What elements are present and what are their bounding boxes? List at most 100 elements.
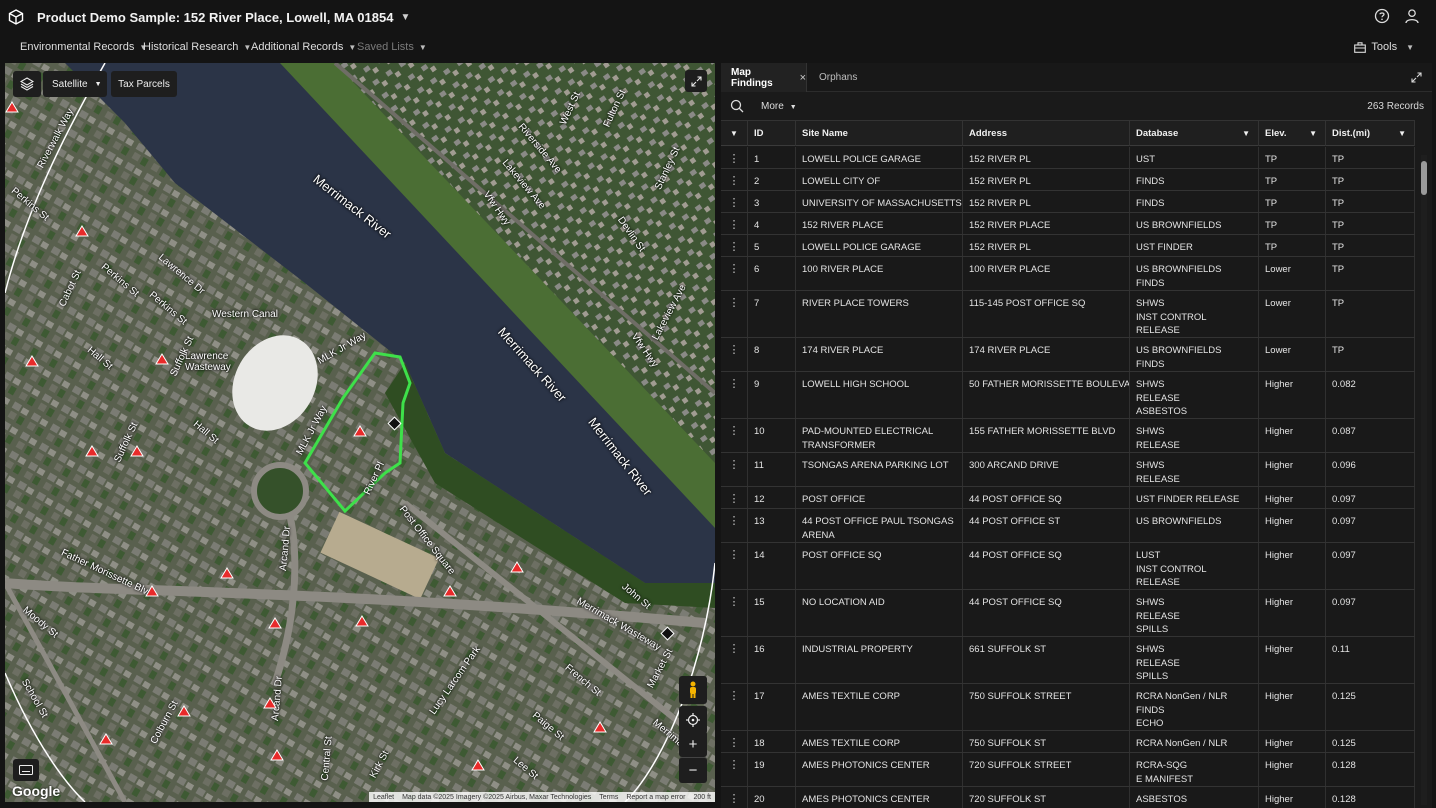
scrollbar-thumb[interactable] — [1421, 161, 1427, 195]
tools-menu[interactable]: Tools ▼ — [1354, 41, 1414, 53]
table-row[interactable]: ⋮ 7 RIVER PLACE TOWERS 115-145 POST OFFICE … — [721, 291, 1415, 338]
tax-parcels-toggle[interactable]: Tax Parcels — [111, 71, 177, 97]
nav-saved-lists[interactable]: Saved Lists ▼ — [357, 41, 427, 53]
site-marker[interactable] — [177, 705, 191, 717]
kebab-menu-icon[interactable]: ⋮ — [721, 684, 748, 730]
tab-orphans[interactable]: Orphans — [819, 63, 857, 92]
nav-historical-research[interactable]: Historical Research ▼ — [143, 41, 251, 53]
kebab-menu-icon[interactable]: ⋮ — [721, 291, 748, 337]
table-row[interactable]: ⋮ 14 POST OFFICE SQ 44 POST OFFICE SQ LUST IN… — [721, 543, 1415, 590]
column-header-id[interactable]: ID — [748, 121, 796, 146]
help-circle-icon[interactable] — [1374, 8, 1390, 24]
kebab-menu-icon[interactable]: ⋮ — [721, 257, 748, 290]
title-chevron-down-icon[interactable]: ▼ — [400, 12, 410, 23]
kebab-menu-icon[interactable]: ⋮ — [721, 637, 748, 683]
leaflet-link[interactable]: Leaflet — [373, 794, 394, 801]
kebab-menu-icon[interactable]: ⋮ — [721, 169, 748, 190]
kebab-menu-icon[interactable]: ⋮ — [721, 543, 748, 589]
site-marker[interactable] — [263, 697, 277, 709]
kebab-menu-icon[interactable]: ⋮ — [721, 753, 748, 786]
cube-logo-icon[interactable] — [8, 9, 24, 25]
tab-map-findings[interactable]: Map Findings × — [721, 63, 807, 92]
kebab-menu-icon[interactable]: ⋮ — [721, 235, 748, 256]
kebab-menu-icon[interactable]: ⋮ — [721, 487, 748, 508]
kebab-menu-icon[interactable]: ⋮ — [721, 213, 748, 234]
report-error-link[interactable]: Report a map error — [626, 794, 685, 801]
site-marker[interactable] — [75, 225, 89, 237]
site-marker[interactable] — [85, 445, 99, 457]
expand-map-button[interactable] — [685, 70, 707, 92]
table-row[interactable]: ⋮ 10 PAD-MOUNTED ELECTRICAL TRANSFORMER 155 … — [721, 419, 1415, 453]
table-row[interactable]: ⋮ 17 AMES TEXTILE CORP 750 SUFFOLK STREET RC… — [721, 684, 1415, 731]
kebab-menu-icon[interactable]: ⋮ — [721, 590, 748, 636]
page-title[interactable]: Product Demo Sample: 152 River Place, Lo… — [37, 10, 393, 25]
close-icon[interactable]: × — [800, 72, 806, 84]
site-marker[interactable] — [99, 733, 113, 745]
kebab-menu-icon[interactable]: ⋮ — [721, 453, 748, 486]
site-marker[interactable] — [220, 567, 234, 579]
select-all-dropdown[interactable]: ▼ — [721, 121, 748, 146]
column-header-database[interactable]: Database ▼ — [1130, 121, 1259, 146]
site-marker[interactable] — [5, 101, 19, 113]
table-row[interactable]: ⋮ 6 100 RIVER PLACE 100 RIVER PLACE US BROWN… — [721, 257, 1415, 291]
site-marker[interactable] — [593, 721, 607, 733]
kebab-menu-icon[interactable]: ⋮ — [721, 419, 748, 452]
search-icon[interactable] — [730, 99, 744, 113]
table-row[interactable]: ⋮ 15 NO LOCATION AID 44 POST OFFICE SQ SHWS R… — [721, 590, 1415, 637]
kebab-menu-icon[interactable]: ⋮ — [721, 338, 748, 371]
kebab-menu-icon[interactable]: ⋮ — [721, 509, 748, 542]
column-header-distance[interactable]: Dist.(mi) ▼ — [1326, 121, 1415, 146]
site-marker[interactable] — [443, 585, 457, 597]
kebab-menu-icon[interactable]: ⋮ — [721, 787, 748, 808]
terms-link[interactable]: Terms — [599, 794, 618, 801]
table-row[interactable]: ⋮ 18 AMES TEXTILE CORP 750 SUFFOLK ST RCRA N… — [721, 731, 1415, 753]
site-marker[interactable] — [353, 425, 367, 437]
site-marker[interactable] — [145, 585, 159, 597]
site-marker[interactable] — [155, 353, 169, 365]
layers-button[interactable] — [13, 71, 41, 97]
column-header-address[interactable]: Address — [963, 121, 1130, 146]
filter-dropdown-icon[interactable]: ▼ — [1242, 121, 1250, 146]
site-marker[interactable] — [270, 749, 284, 761]
zoom-in-button[interactable]: + — [679, 731, 707, 757]
table-row[interactable]: ⋮ 1 LOWELL POLICE GARAGE 152 RIVER PL UST TP T… — [721, 147, 1415, 169]
table-row[interactable]: ⋮ 9 LOWELL HIGH SCHOOL 50 FATHER MORISSETTE… — [721, 372, 1415, 419]
site-marker[interactable] — [510, 561, 524, 573]
table-row[interactable]: ⋮ 16 INDUSTRIAL PROPERTY 661 SUFFOLK ST SHWS… — [721, 637, 1415, 684]
street-view-button[interactable] — [679, 676, 707, 704]
table-row[interactable]: ⋮ 5 LOWELL POLICE GARAGE 152 RIVER PL UST FI… — [721, 235, 1415, 257]
user-icon[interactable] — [1404, 8, 1420, 24]
table-row[interactable]: ⋮ 8 174 RIVER PLACE 174 RIVER PLACE US BROWN… — [721, 338, 1415, 372]
map-view[interactable]: Merrimack River Merrimack River Merrimac… — [5, 63, 715, 802]
site-marker[interactable] — [25, 355, 39, 367]
more-dropdown[interactable]: More ▼ — [761, 101, 797, 112]
table-row[interactable]: ⋮ 20 AMES PHOTONICS CENTER 720 SUFFOLK ST AS… — [721, 787, 1415, 808]
table-row[interactable]: ⋮ 12 POST OFFICE 44 POST OFFICE SQ UST FINDE… — [721, 487, 1415, 509]
column-header-site-name[interactable]: Site Name — [796, 121, 963, 146]
keyboard-shortcuts-button[interactable] — [13, 759, 39, 781]
expand-icon[interactable] — [1411, 72, 1422, 83]
table-row[interactable]: ⋮ 4 152 RIVER PLACE 152 RIVER PLACE US BROWN… — [721, 213, 1415, 235]
table-row[interactable]: ⋮ 11 TSONGAS ARENA PARKING LOT 300 ARCAND D… — [721, 453, 1415, 487]
filter-dropdown-icon[interactable]: ▼ — [1398, 121, 1406, 146]
table-row[interactable]: ⋮ 2 LOWELL CITY OF 152 RIVER PL FINDS TP TP — [721, 169, 1415, 191]
site-marker[interactable] — [268, 617, 282, 629]
zoom-out-button[interactable]: − — [679, 757, 707, 783]
site-marker[interactable] — [130, 445, 144, 457]
locate-button[interactable] — [679, 706, 707, 734]
nav-environmental-records[interactable]: Environmental Records ▼ — [20, 41, 147, 53]
kebab-menu-icon[interactable]: ⋮ — [721, 191, 748, 212]
table-scrollbar[interactable] — [1421, 155, 1427, 805]
table-row[interactable]: ⋮ 13 44 POST OFFICE PAUL TSONGAS ARENA 44 PO… — [721, 509, 1415, 543]
kebab-menu-icon[interactable]: ⋮ — [721, 372, 748, 418]
filter-dropdown-icon[interactable]: ▼ — [1309, 121, 1317, 146]
table-row[interactable]: ⋮ 3 UNIVERSITY OF MASSACHUSETTS L 152 RIVER… — [721, 191, 1415, 213]
kebab-menu-icon[interactable]: ⋮ — [721, 147, 748, 168]
basemap-dropdown[interactable]: Satellite ▼ — [43, 71, 107, 97]
site-marker[interactable] — [471, 759, 485, 771]
nav-additional-records[interactable]: Additional Records ▼ — [251, 41, 356, 53]
table-row[interactable]: ⋮ 19 AMES PHOTONICS CENTER 720 SUFFOLK STRE… — [721, 753, 1415, 787]
site-marker[interactable] — [355, 615, 369, 627]
column-header-elevation[interactable]: Elev. ▼ — [1259, 121, 1326, 146]
kebab-menu-icon[interactable]: ⋮ — [721, 731, 748, 752]
